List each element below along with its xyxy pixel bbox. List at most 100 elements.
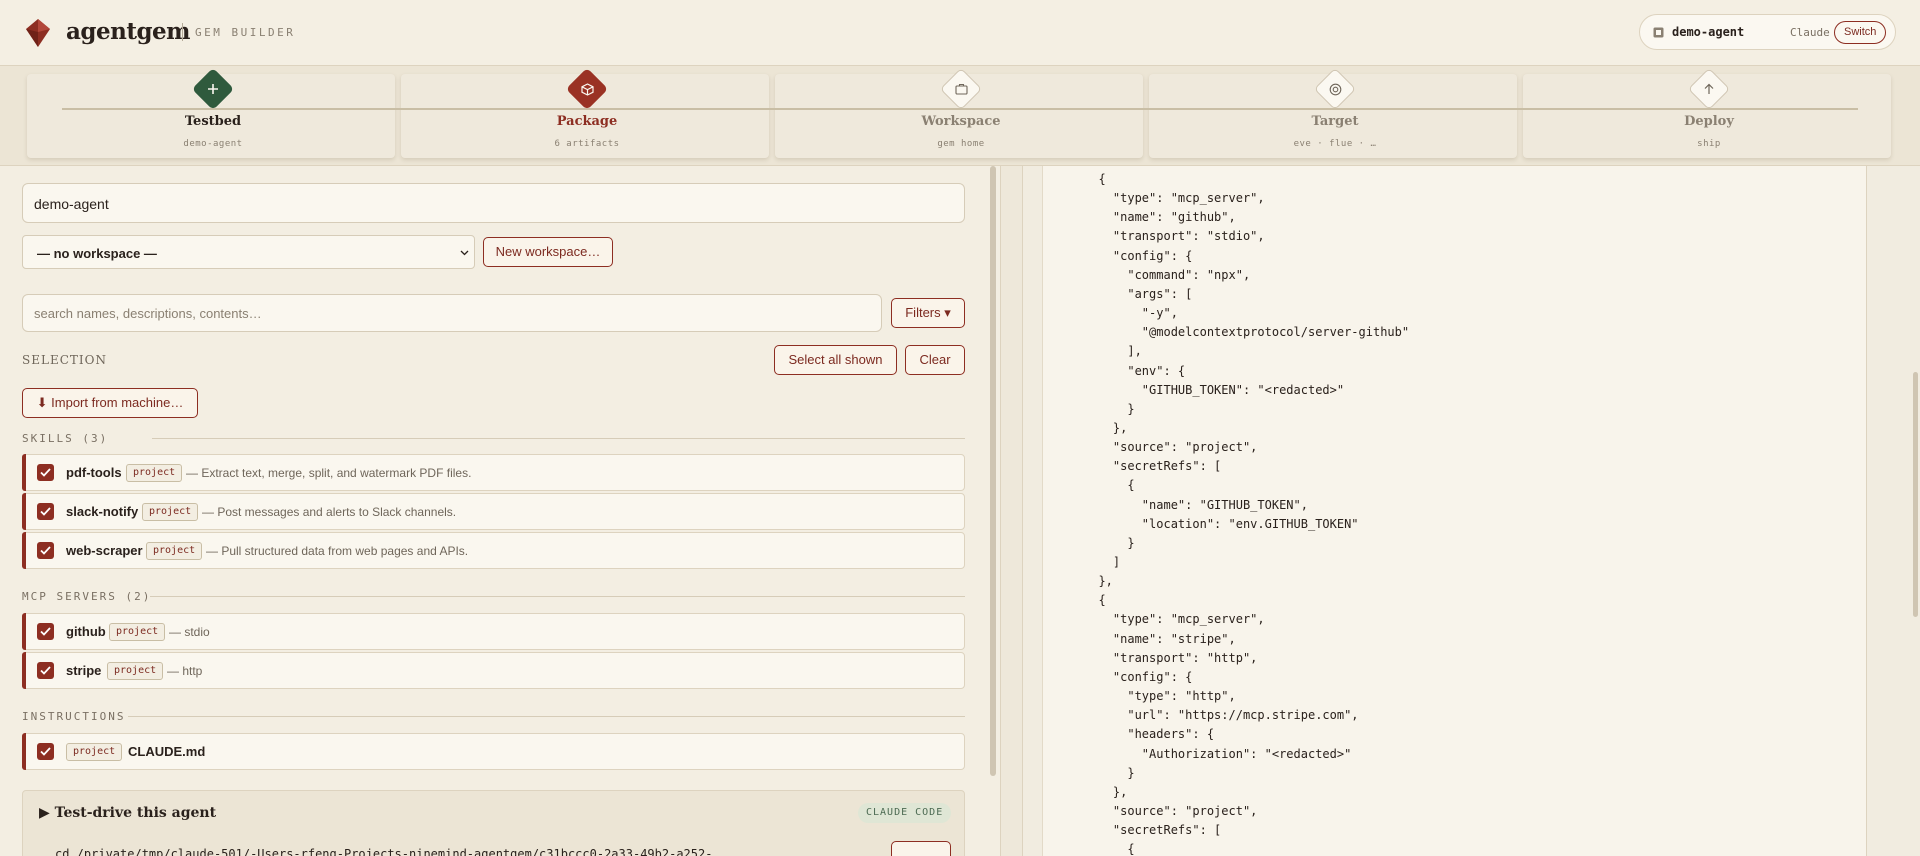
skill-row-pdf-tools[interactable]: pdf-tools project — Extract text, merge,… (22, 454, 965, 491)
instructions-divider (128, 716, 965, 717)
skill-name: web-scraper (66, 543, 143, 558)
agent-name-input[interactable]: demo-agent (22, 183, 965, 223)
copy-command-button[interactable] (891, 841, 951, 856)
brand-divider (182, 23, 183, 41)
json-line: "config": { (1084, 248, 1193, 263)
check-icon (40, 747, 51, 756)
workspace-select-value: — no workspace — (37, 246, 157, 261)
right-panel-scrollbar[interactable] (1913, 372, 1918, 617)
left-panel-scrollbar[interactable] (990, 166, 996, 776)
box-icon (574, 76, 600, 102)
json-line: "name": "github", (1084, 210, 1236, 225)
instruction-file-name: CLAUDE.md (128, 744, 206, 759)
mcp-row-github[interactable]: github project — stdio (22, 613, 965, 650)
gem-logo-icon (26, 19, 50, 47)
mcp-name: github (66, 624, 106, 639)
mcp-checkbox[interactable] (37, 662, 54, 679)
skill-checkbox[interactable] (37, 542, 54, 559)
skill-row-slack-notify[interactable]: slack-notify project — Post messages and… (22, 493, 965, 530)
step-target-sub: eve · flue · … (1293, 139, 1377, 149)
json-line: ] (1084, 555, 1121, 569)
json-line: "GITHUB_TOKEN": "<redacted>" (1084, 382, 1345, 397)
json-line: "source": "project", (1084, 803, 1258, 818)
current-agent-pill: demo-agent Claude Code Switch (1639, 14, 1896, 50)
json-line: { (1084, 842, 1135, 856)
mcp-transport: — stdio (169, 625, 210, 639)
skill-row-web-scraper[interactable]: web-scraper project — Pull structured da… (22, 532, 965, 569)
scope-tag: project (126, 464, 183, 482)
test-drive-panel: ▶ Test-drive this agent CLAUDE CODE cd /… (22, 790, 965, 856)
step-package-sub: 6 artifacts (554, 139, 620, 149)
plus-icon (200, 76, 226, 102)
json-line: "config": { (1084, 669, 1193, 684)
brand-subtitle: GEM BUILDER (195, 26, 296, 39)
json-line: } (1084, 401, 1135, 416)
json-line: { (1084, 172, 1106, 186)
json-line: "transport": "http", (1084, 650, 1258, 665)
briefcase-icon (948, 76, 974, 102)
arrow-up-icon (1696, 76, 1722, 102)
code-gutter (1023, 166, 1043, 856)
step-testbed-title: Testbed (184, 114, 242, 129)
json-line: "name": "stripe", (1084, 631, 1236, 646)
json-line: "location": "env.GITHUB_TOKEN" (1084, 516, 1359, 531)
selection-label: SELECTION (22, 353, 107, 367)
scope-tag: project (109, 623, 166, 641)
check-icon (40, 546, 51, 555)
target-icon (1322, 76, 1348, 102)
step-package-title: Package (556, 114, 618, 129)
scope-tag: project (146, 542, 203, 560)
mcp-checkbox[interactable] (37, 623, 54, 640)
switch-agent-button[interactable]: Switch (1834, 21, 1887, 44)
test-drive-toggle[interactable]: ▶ Test-drive this agent (39, 805, 216, 821)
workspace-select[interactable]: — no workspace — (22, 235, 475, 269)
search-input[interactable]: search names, descriptions, contents… (22, 294, 882, 332)
json-line: } (1084, 535, 1135, 550)
json-line: "url": "https://mcp.stripe.com", (1084, 708, 1359, 723)
step-navigator: Testbed Package Workspace Target Deploy … (0, 66, 1920, 166)
json-line: "Authorization": "<redacted>" (1084, 746, 1352, 761)
json-line: "@modelcontextprotocol/server-github" (1084, 325, 1410, 340)
mcp-section-label: MCP SERVERS (2) (22, 590, 152, 603)
json-line: }, (1084, 784, 1128, 799)
instruction-checkbox[interactable] (37, 743, 54, 760)
agent-type-badge: CLAUDE CODE (858, 803, 952, 823)
mcp-name: stripe (66, 663, 102, 678)
agent-name-input-value: demo-agent (34, 196, 109, 212)
check-icon (40, 627, 51, 636)
json-line: "source": "project", (1084, 440, 1258, 455)
scope-tag: project (107, 662, 164, 680)
agent-name: demo-agent (1672, 25, 1745, 39)
skill-name: pdf-tools (66, 465, 122, 480)
skills-divider (152, 438, 965, 439)
panel-resize-handle[interactable] (1000, 166, 1022, 856)
json-line: "type": "http", (1084, 689, 1236, 704)
instruction-row-claude-md[interactable]: project CLAUDE.md (22, 733, 965, 770)
skill-checkbox[interactable] (37, 464, 54, 481)
json-line: "env": { (1084, 363, 1186, 378)
select-all-button[interactable]: Select all shown (774, 345, 897, 375)
json-line: "secretRefs": [ (1084, 459, 1222, 474)
test-drive-command: cd /private/tmp/claude-501/-Users-rfeng-… (55, 847, 713, 856)
mcp-row-stripe[interactable]: stripe project — http (22, 652, 965, 689)
skill-description: — Extract text, merge, split, and waterm… (186, 466, 472, 480)
json-line: "command": "npx", (1084, 267, 1251, 282)
skill-checkbox[interactable] (37, 503, 54, 520)
manifest-json-preview: { "type": "mcp_server", "name": "github"… (1022, 166, 1867, 856)
clear-button[interactable]: Clear (905, 345, 965, 375)
agent-icon (1653, 27, 1664, 38)
step-workspace-sub: gem home (937, 139, 985, 149)
step-target-title: Target (1311, 114, 1359, 129)
filters-button[interactable]: Filters ▾ (891, 298, 965, 328)
check-icon (40, 666, 51, 675)
json-line: "type": "mcp_server", (1084, 612, 1265, 627)
import-from-machine-button[interactable]: ⬇ Import from machine… (22, 388, 198, 418)
json-line: }, (1084, 420, 1128, 435)
json-line: "type": "mcp_server", (1084, 191, 1265, 206)
search-placeholder: search names, descriptions, contents… (34, 306, 262, 321)
json-line: ], (1084, 344, 1142, 359)
json-line: "args": [ (1084, 286, 1193, 301)
mcp-transport: — http (167, 664, 203, 678)
new-workspace-button[interactable]: New workspace… (483, 237, 613, 267)
json-line: "headers": { (1084, 727, 1215, 742)
